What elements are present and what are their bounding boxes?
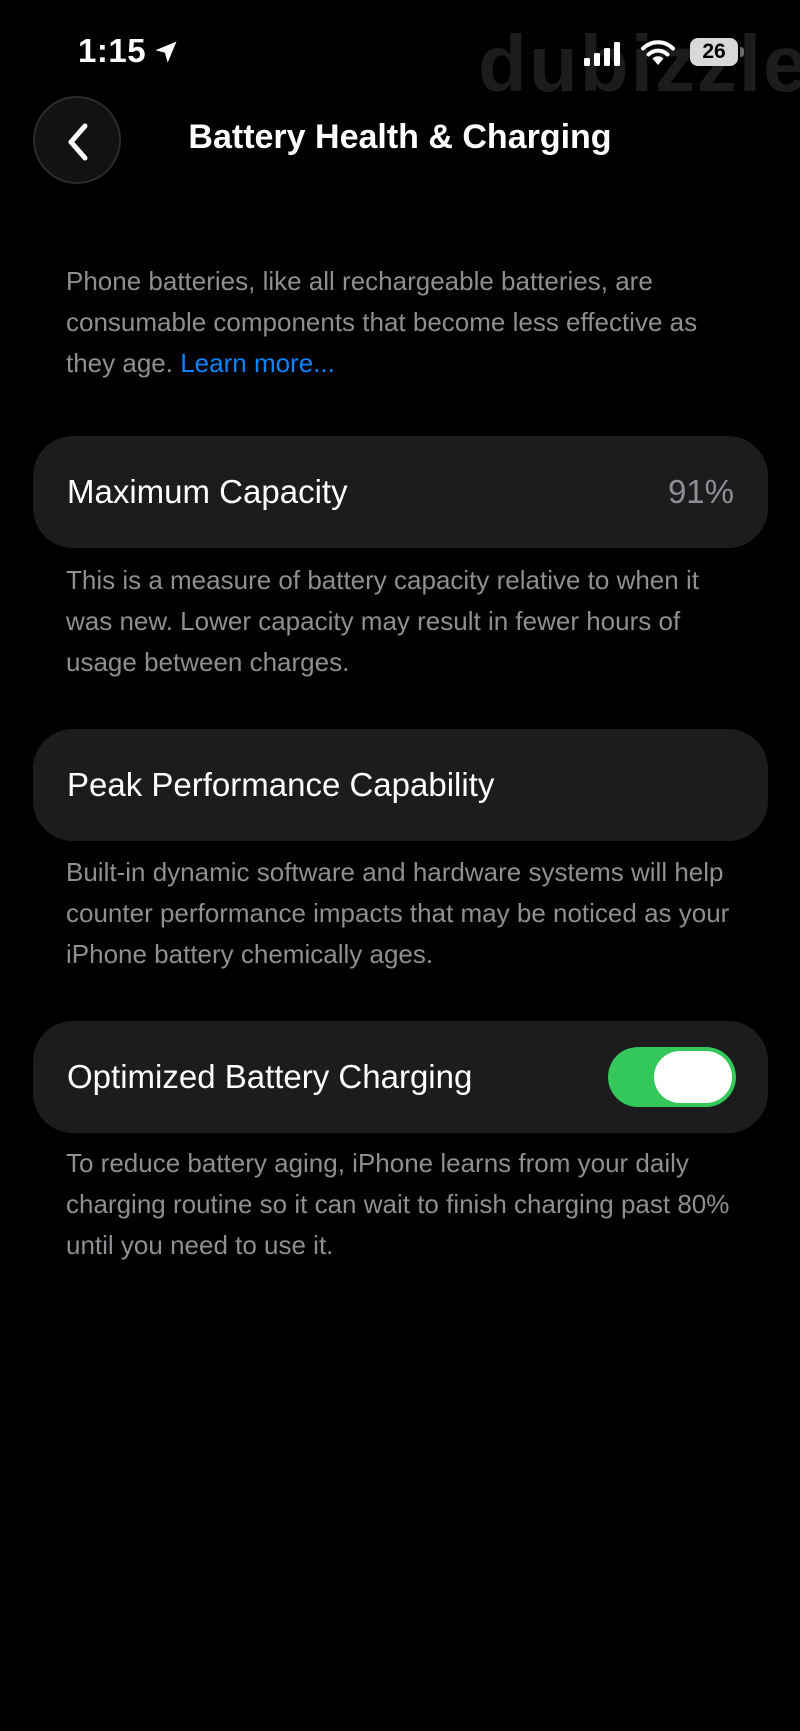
intro-body: Phone batteries, like all rechargeable b… xyxy=(66,266,698,378)
optimized-charging-row: Optimized Battery Charging xyxy=(33,1021,768,1133)
optimized-charging-description: To reduce battery aging, iPhone learns f… xyxy=(66,1148,730,1260)
optimized-charging-toggle[interactable] xyxy=(608,1047,736,1107)
cellular-signal-icon xyxy=(584,42,620,66)
battery-tip xyxy=(740,47,744,57)
peak-performance-description: Built-in dynamic software and hardware s… xyxy=(66,857,730,969)
maximum-capacity-value: 91% xyxy=(667,473,734,510)
intro-text: Phone batteries, like all rechargeable b… xyxy=(66,261,746,384)
battery-icon: 26 xyxy=(690,38,744,68)
status-time: 1:15 xyxy=(78,32,147,69)
location-arrow-icon xyxy=(155,41,177,63)
learn-more-link[interactable]: Learn more... xyxy=(180,348,335,378)
optimized-charging-label: Optimized Battery Charging xyxy=(67,1058,473,1095)
peak-performance-label: Peak Performance Capability xyxy=(67,766,495,803)
peak-performance-row: Peak Performance Capability xyxy=(33,729,768,841)
maximum-capacity-label: Maximum Capacity xyxy=(67,473,348,510)
toggle-knob xyxy=(654,1051,732,1103)
maximum-capacity-description: This is a measure of battery capacity re… xyxy=(66,565,699,677)
page-title: Battery Health & Charging xyxy=(188,118,612,156)
back-button[interactable] xyxy=(33,96,121,184)
battery-level-text: 26 xyxy=(702,40,726,63)
status-bar: dubizzle 1:15 26 xyxy=(0,0,800,110)
wifi-icon xyxy=(641,40,675,65)
chevron-left-icon xyxy=(68,123,88,161)
watermark-logo: dubizzle xyxy=(478,19,800,108)
maximum-capacity-row: Maximum Capacity 91% xyxy=(33,436,768,548)
